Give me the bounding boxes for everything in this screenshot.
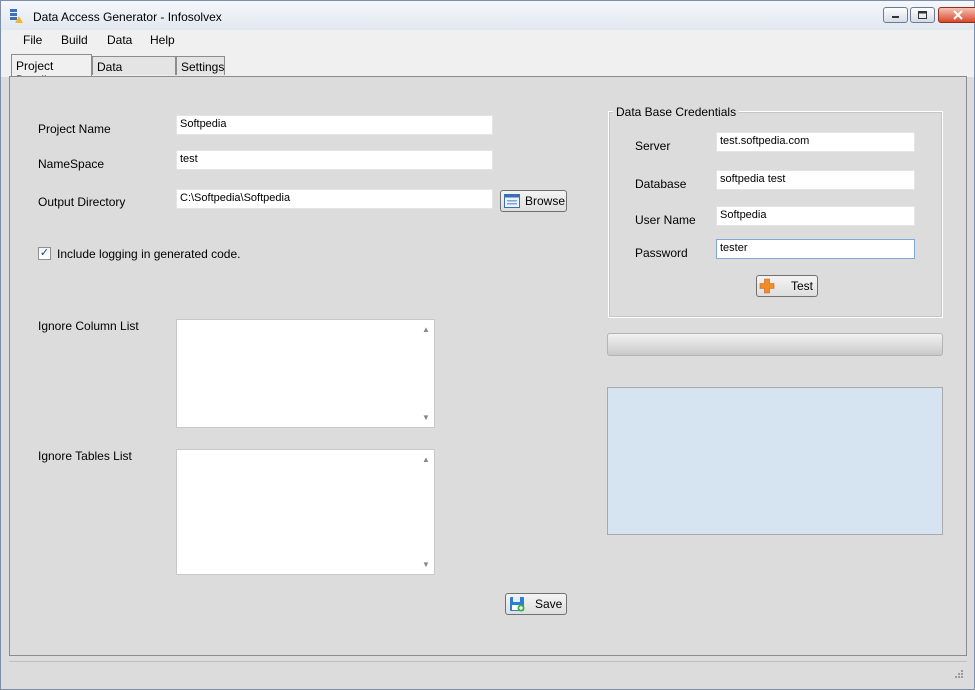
output-directory-label: Output Directory: [38, 195, 126, 209]
scroll-up-icon[interactable]: ▲: [422, 455, 430, 464]
ignore-tables-label: Ignore Tables List: [38, 449, 132, 463]
project-name-label: Project Name: [38, 122, 111, 136]
scroll-down-icon[interactable]: ▼: [422, 413, 430, 422]
minimize-button[interactable]: [883, 7, 908, 23]
title-bar: Data Access Generator - Infosolvex: [1, 1, 975, 31]
server-label: Server: [635, 139, 671, 153]
tab-settings[interactable]: Settings: [176, 56, 225, 75]
status-bar: [9, 661, 967, 683]
username-label: User Name: [635, 213, 696, 227]
browse-button[interactable]: Browse: [500, 190, 567, 212]
test-button[interactable]: Test: [756, 275, 818, 297]
window-title: Data Access Generator - Infosolvex: [33, 10, 222, 24]
menu-bar: File Build Data Help: [1, 30, 974, 52]
namespace-input[interactable]: test: [176, 150, 493, 170]
menu-data[interactable]: Data: [107, 33, 132, 50]
output-directory-input[interactable]: C:\Softpedia\Softpedia: [176, 189, 493, 209]
save-label: Save: [535, 597, 563, 611]
username-input[interactable]: Softpedia: [716, 206, 915, 226]
minimize-icon: [892, 16, 899, 18]
database-icon: [9, 8, 23, 24]
test-label: Test: [791, 279, 814, 293]
save-button[interactable]: Save: [505, 593, 567, 615]
credentials-group-title: Data Base Credentials: [613, 105, 740, 119]
scroll-down-icon[interactable]: ▼: [422, 560, 430, 569]
scroll-up-icon[interactable]: ▲: [422, 325, 430, 334]
resize-grip-icon[interactable]: [953, 667, 963, 681]
ignore-column-scrollbar[interactable]: ▲ ▼: [417, 320, 434, 427]
check-icon: ✓: [39, 247, 50, 259]
ignore-tables-list[interactable]: ▲ ▼: [176, 449, 435, 575]
password-input[interactable]: tester: [716, 239, 915, 259]
plus-icon: [759, 278, 775, 297]
floppy-disk-icon: [509, 596, 525, 615]
logging-checkbox[interactable]: ✓: [38, 247, 51, 260]
logging-label: Include logging in generated code.: [57, 247, 241, 261]
database-input[interactable]: softpedia test: [716, 170, 915, 190]
menu-help[interactable]: Help: [150, 33, 175, 50]
output-panel: [607, 387, 943, 535]
progress-bar: [607, 333, 943, 356]
password-label: Password: [635, 246, 688, 260]
server-input[interactable]: test.softpedia.com: [716, 132, 915, 152]
ignore-column-label: Ignore Column List: [38, 319, 139, 333]
folder-window-icon: [504, 193, 520, 212]
close-icon: [953, 10, 963, 20]
ignore-tables-scrollbar[interactable]: ▲ ▼: [417, 450, 434, 574]
namespace-label: NameSpace: [38, 157, 105, 171]
project-name-input[interactable]: Softpedia: [176, 115, 493, 135]
maximize-icon: [918, 11, 927, 19]
close-button[interactable]: [938, 7, 975, 23]
ignore-column-list[interactable]: ▲ ▼: [176, 319, 435, 428]
app-window: Data Access Generator - Infosolvex File …: [0, 0, 975, 690]
browse-label: Browse: [525, 194, 566, 208]
tab-project-details[interactable]: Project Details: [11, 54, 92, 87]
menu-file[interactable]: File: [23, 33, 42, 50]
menu-build[interactable]: Build: [61, 33, 88, 50]
tab-data-generator[interactable]: Data Generator: [92, 56, 176, 88]
database-label: Database: [635, 177, 687, 191]
maximize-button[interactable]: [910, 7, 935, 23]
